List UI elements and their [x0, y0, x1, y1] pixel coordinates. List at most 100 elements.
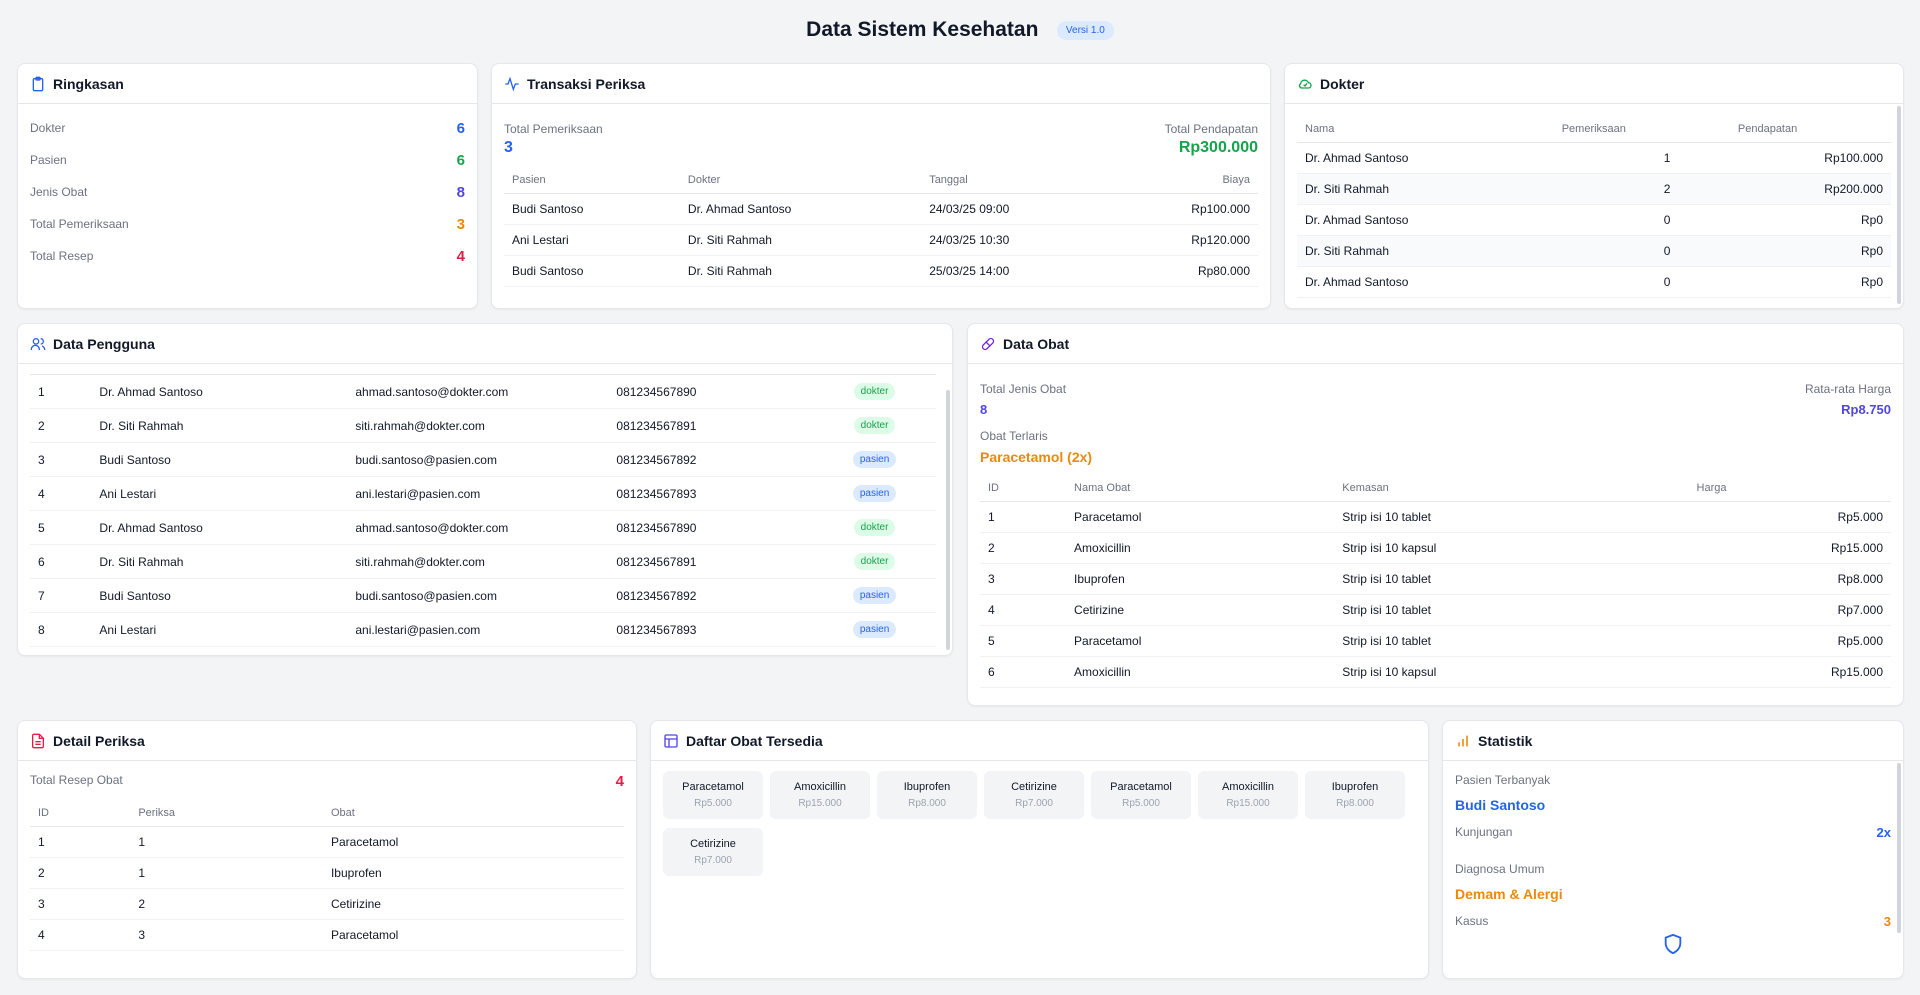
table-cell: 3	[130, 919, 323, 951]
stat-value: 3	[504, 139, 513, 156]
table-cell: Budi Santoso	[504, 255, 680, 287]
table-body: Dr. Ahmad Santoso 1 Rp100.000 Dr. Siti Rahm…	[1297, 142, 1891, 298]
obat-chip[interactable]: Paracetamol Rp5.000	[1091, 771, 1191, 819]
table-row[interactable]: Budi Santoso Dr. Ahmad Santoso 24/03/25 09…	[504, 193, 1258, 225]
table-row[interactable]: 8 Ani Lestari ani.lestari@pasien.com 081234…	[30, 612, 936, 647]
pengguna-card: Data Pengguna IDNamaEmailNo HPRole 1Dr. …	[17, 323, 953, 656]
table-row[interactable]: Budi Santoso Dr. Siti Rahmah 25/03/25 14:0…	[504, 255, 1258, 287]
table-cell: Rp5.000	[1688, 625, 1891, 657]
table-cell: 0	[1553, 235, 1730, 267]
table-cell: 5	[980, 625, 1067, 657]
table-header-row: ID Periksa Obat	[30, 800, 624, 827]
table-cell: Cetirizine	[1066, 594, 1335, 626]
table-cell: Strip isi 10 tablet	[1334, 563, 1689, 595]
table-cell: Strip isi 10 tablet	[1334, 594, 1689, 626]
stat-value: Rp8.750	[1841, 402, 1891, 417]
table-cell: 2	[30, 857, 131, 889]
table-header-row: Nama Pemeriksaan Pendapatan	[1297, 116, 1891, 143]
table-row[interactable]: 1 1 Paracetamol	[30, 826, 624, 858]
column-header: Email	[347, 364, 609, 375]
column-header: Periksa	[130, 800, 323, 827]
table-cell: 3	[980, 563, 1067, 595]
scrollbar[interactable]	[946, 390, 950, 650]
table-row[interactable]: 2 Amoxicillin Strip isi 10 kapsul Rp15.000	[980, 532, 1891, 564]
table-row[interactable]: 1 Paracetamol Strip isi 10 tablet Rp5.000	[980, 501, 1891, 533]
table-cell: Dr. Ahmad Santoso	[679, 193, 922, 225]
table-cell: pasien	[813, 476, 936, 511]
table-cell: 081234567891	[608, 408, 814, 443]
table-row[interactable]: 5 Dr. Ahmad Santoso ahmad.santoso@dokter.c…	[30, 510, 936, 545]
table-row[interactable]: Dr. Ahmad Santoso 1 Rp100.000	[1297, 142, 1891, 174]
pasien-terbanyak-label: Pasien Terbanyak	[1455, 773, 1551, 787]
table-row[interactable]: 3 2 Cetirizine	[30, 888, 624, 920]
table-cell: 24/03/25 10:30	[921, 224, 1118, 256]
summary-row: Pasien 6	[30, 144, 465, 176]
table-row[interactable]: Ani Lestari Dr. Siti Rahmah 24/03/25 10:30…	[504, 224, 1258, 256]
ringkasan-card: Ringkasan Dokter 6 Pasien 6 Jenis Obat 8 Total…	[17, 63, 478, 309]
obat-chip-price: Rp8.000	[1336, 798, 1374, 809]
pengguna-scroll-area[interactable]: IDNamaEmailNo HPRole 1Dr. Ahmad Santosoa…	[30, 364, 936, 655]
table-row[interactable]: 3 Budi Santoso budi.santoso@pasien.com 0812…	[30, 442, 936, 477]
table-row[interactable]: Dr. Siti Rahmah 0 Rp0	[1297, 235, 1891, 267]
table-row[interactable]: 1 Dr. Ahmad Santoso ahmad.santoso@dokter.c…	[30, 374, 936, 409]
table-cell: Strip isi 10 tablet	[1334, 625, 1689, 657]
summary-row: Total Pemeriksaan 3	[30, 208, 465, 240]
table-row[interactable]: 5 Paracetamol Strip isi 10 tablet Rp5.000	[980, 625, 1891, 657]
card-header: Detail Periksa	[18, 721, 636, 761]
table-cell: Paracetamol	[1066, 501, 1335, 533]
dokter-body: Nama Pemeriksaan Pendapatan Dr. Ahmad Sant…	[1285, 104, 1903, 308]
obat-chip[interactable]: Amoxicillin Rp15.000	[770, 771, 870, 819]
summary-label: Jenis Obat	[30, 185, 88, 199]
table-row[interactable]: Dr. Siti Rahmah 2 Rp200.000	[1297, 173, 1891, 205]
table-cell: 1	[1553, 142, 1730, 174]
table-cell: budi.santoso@pasien.com	[347, 442, 609, 477]
obat-chip-price: Rp8.000	[908, 798, 946, 809]
kunjungan-label: Kunjungan	[1455, 825, 1513, 839]
table-row[interactable]: 3 Ibuprofen Strip isi 10 tablet Rp8.000	[980, 563, 1891, 595]
obat-chip[interactable]: Amoxicillin Rp15.000	[1198, 771, 1298, 819]
card-title: Transaksi Periksa	[527, 75, 646, 92]
table-cell: 3	[30, 888, 131, 920]
table-cell: 1	[30, 374, 92, 409]
obat-chip[interactable]: Cetirizine Rp7.000	[984, 771, 1084, 819]
column-header: Dokter	[679, 167, 922, 194]
table-row[interactable]: Dr. Ahmad Santoso 0 Rp0	[1297, 204, 1891, 236]
table-row[interactable]: 4 3 Paracetamol	[30, 919, 624, 951]
transaksi-body: Total Pemeriksaan 3 Total Pendapatan Rp3…	[492, 104, 1270, 297]
kunjungan-value: 2x	[1876, 825, 1891, 840]
obat-chip-name: Paracetamol	[1110, 781, 1172, 793]
statistik-body: Pasien Terbanyak Budi Santoso Kunjungan …	[1443, 761, 1903, 970]
table-icon	[663, 733, 679, 749]
table-cell: Dr. Siti Rahmah	[91, 544, 348, 579]
table-cell: Dr. Siti Rahmah	[91, 408, 348, 443]
table-row[interactable]: 7 Budi Santoso budi.santoso@pasien.com 0812…	[30, 578, 936, 613]
table-cell: 081234567890	[608, 510, 814, 545]
transaksi-stats: Total Pemeriksaan 3 Total Pendapatan Rp3…	[504, 122, 1258, 157]
page-title: Data Sistem Kesehatan	[806, 18, 1039, 41]
role-badge: dokter	[853, 553, 896, 570]
table-cell: 0	[1553, 266, 1730, 298]
table-cell: Cetirizine	[322, 888, 624, 920]
obat-chip[interactable]: Ibuprofen Rp8.000	[1305, 771, 1405, 819]
table-cell: Ani Lestari	[91, 612, 348, 647]
table-row[interactable]: 2 Dr. Siti Rahmah siti.rahmah@dokter.com 08…	[30, 408, 936, 443]
stat-label: Total Pemeriksaan	[504, 122, 603, 136]
obat-chip[interactable]: Ibuprofen Rp8.000	[877, 771, 977, 819]
obat-chip[interactable]: Paracetamol Rp5.000	[663, 771, 763, 819]
total-resep-stat: Total Resep Obat 4	[30, 773, 624, 790]
column-header: Nama	[91, 364, 348, 375]
table-row[interactable]: 4 Ani Lestari ani.lestari@pasien.com 081234…	[30, 476, 936, 511]
obat-chip[interactable]: Cetirizine Rp7.000	[663, 828, 763, 876]
table-row[interactable]: 6 Dr. Siti Rahmah siti.rahmah@dokter.com 08…	[30, 544, 936, 579]
table-row[interactable]: 6 Amoxicillin Strip isi 10 kapsul Rp15.000	[980, 656, 1891, 688]
scrollbar[interactable]	[1897, 763, 1901, 933]
table-header-row: IDNamaEmailNo HPRole	[30, 364, 936, 375]
table-row[interactable]: 4 Cetirizine Strip isi 10 tablet Rp7.000	[980, 594, 1891, 626]
table-cell: 6	[30, 544, 92, 579]
kasus-row: Kasus 3	[1455, 914, 1891, 929]
summary-value: 3	[456, 215, 465, 233]
obat-chip-price: Rp15.000	[1226, 798, 1270, 809]
table-row[interactable]: Dr. Ahmad Santoso 0 Rp0	[1297, 266, 1891, 298]
table-row[interactable]: 2 1 Ibuprofen	[30, 857, 624, 889]
scrollbar[interactable]	[1897, 106, 1901, 304]
